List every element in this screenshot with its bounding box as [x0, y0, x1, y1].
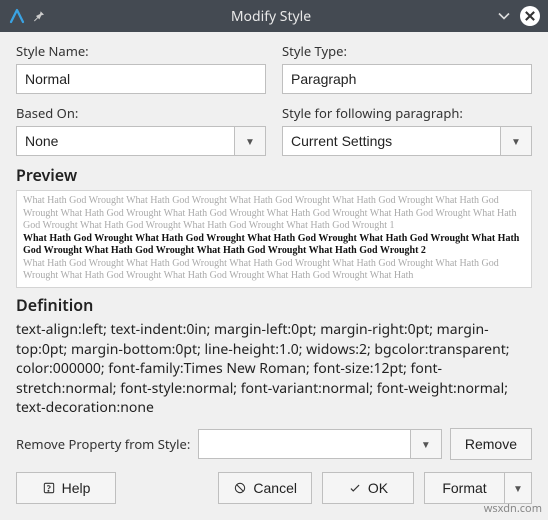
remove-property-label: Remove Property from Style: — [16, 435, 190, 453]
definition-text: text-align:left; text-indent:0in; margin… — [16, 320, 532, 418]
remove-property-input[interactable] — [198, 429, 410, 459]
next-style-input[interactable] — [282, 126, 500, 156]
chevron-down-icon: ▼ — [513, 481, 523, 495]
help-button-label: Help — [62, 480, 91, 496]
format-dropdown[interactable]: ▼ — [504, 472, 532, 504]
ok-button-label: OK — [368, 480, 388, 496]
style-type-input[interactable] — [282, 64, 532, 94]
help-button[interactable]: Help — [16, 472, 116, 504]
style-name-input[interactable] — [16, 64, 266, 94]
based-on-input[interactable] — [16, 126, 234, 156]
remove-property-dropdown[interactable]: ▼ — [410, 429, 442, 459]
style-type-label: Style Type: — [282, 42, 532, 60]
remove-button[interactable]: Remove — [450, 428, 532, 460]
minimize-icon[interactable] — [494, 6, 514, 26]
remove-button-label: Remove — [465, 436, 517, 452]
cancel-button-label: Cancel — [253, 480, 297, 496]
help-icon — [42, 481, 56, 495]
cancel-icon — [233, 481, 247, 495]
chevron-down-icon: ▼ — [511, 134, 521, 148]
based-on-dropdown[interactable]: ▼ — [234, 126, 266, 156]
ok-button[interactable]: OK — [322, 472, 414, 504]
preview-box: What Hath God Wrought What Hath God Wrou… — [16, 190, 532, 288]
app-icon — [8, 7, 26, 25]
format-button-label: Format — [442, 480, 486, 496]
format-button[interactable]: Format — [424, 472, 504, 504]
preview-text-current: What Hath God Wrought What Hath God Wrou… — [23, 233, 519, 257]
chevron-down-icon: ▼ — [421, 437, 431, 451]
preview-text-before: What Hath God Wrought What Hath God Wrou… — [23, 195, 516, 231]
cancel-button[interactable]: Cancel — [218, 472, 312, 504]
chevron-down-icon: ▼ — [245, 134, 255, 148]
watermark: wsxdn.com — [484, 501, 542, 516]
next-style-label: Style for following paragraph: — [282, 104, 532, 122]
preview-text-after: What Hath God Wrought What Hath God Wrou… — [23, 258, 499, 282]
check-icon — [348, 481, 362, 495]
titlebar: Modify Style — [0, 0, 548, 32]
next-style-dropdown[interactable]: ▼ — [500, 126, 532, 156]
window-title: Modify Style — [54, 7, 488, 26]
style-name-label: Style Name: — [16, 42, 266, 60]
preview-heading: Preview — [16, 164, 532, 186]
close-icon[interactable] — [520, 6, 540, 26]
based-on-label: Based On: — [16, 104, 266, 122]
pin-icon[interactable] — [30, 8, 46, 24]
definition-heading: Definition — [16, 294, 532, 316]
